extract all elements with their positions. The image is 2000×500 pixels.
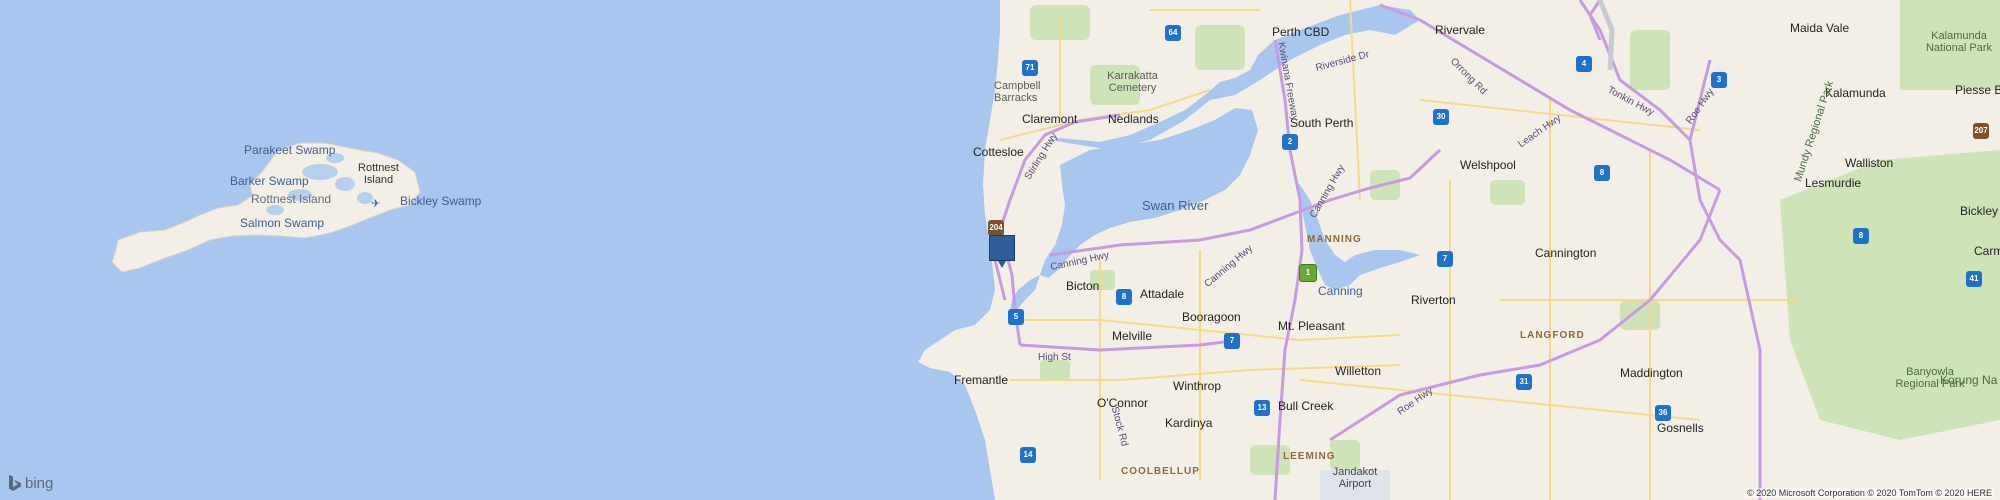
bing-logo[interactable]: bing xyxy=(8,474,53,492)
place-gosnells: Gosnells xyxy=(1657,421,1704,435)
place-korung: Korung Na xyxy=(1940,373,1998,387)
route-shield-1: 1 xyxy=(1299,264,1317,282)
place-lesmurdie: Lesmurdie xyxy=(1805,176,1862,190)
route-shield-13: 13 xyxy=(1254,400,1270,416)
place-welshpool: Welshpool xyxy=(1460,158,1516,172)
place-jandakot-airport: Jandakot Airport xyxy=(1332,466,1378,490)
route-shield-5: 5 xyxy=(1008,309,1024,325)
bing-b-icon xyxy=(9,475,21,491)
place-melville: Melville xyxy=(1112,329,1153,343)
route-shield-8-east: 8 xyxy=(1853,228,1869,244)
route-shield-3: 3 xyxy=(1711,72,1727,88)
place-mt-pleasant: Mt. Pleasant xyxy=(1278,319,1345,333)
place-campbell-barracks: Campbell Barracks xyxy=(994,80,1041,104)
place-cannington: Cannington xyxy=(1535,246,1597,260)
place-perth-cbd: Perth CBD xyxy=(1272,25,1330,39)
route-shield-8-south: 8 xyxy=(1116,289,1132,305)
place-kardinya: Kardinya xyxy=(1165,416,1213,430)
water-canning-river: Canning xyxy=(1318,284,1363,298)
place-bickley: Bickley xyxy=(1960,204,1999,218)
place-rivervale: Rivervale xyxy=(1435,23,1486,37)
route-shield-14: 14 xyxy=(1020,447,1036,463)
route-shield-36: 36 xyxy=(1655,405,1671,421)
route-shield-7: 7 xyxy=(1437,251,1453,267)
location-pin-icon[interactable] xyxy=(989,235,1015,268)
route-shield-41: 41 xyxy=(1966,271,1982,287)
district-langford: LANGFORD xyxy=(1520,330,1585,341)
map-copyright: © 2020 Microsoft Corporation © 2020 TomT… xyxy=(1745,488,1994,498)
place-riverton: Riverton xyxy=(1411,293,1456,307)
place-bull-creek: Bull Creek xyxy=(1278,399,1334,413)
place-nedlands: Nedlands xyxy=(1108,112,1159,126)
place-kalamunda-national-park: Kalamunda National Park xyxy=(1925,30,1993,54)
route-shield-71: 71 xyxy=(1022,60,1038,76)
place-winthrop: Winthrop xyxy=(1173,379,1222,393)
rottnest-island-place-label: Rottnest Island xyxy=(358,162,399,186)
water-swan-river: Swan River xyxy=(1142,198,1209,213)
route-shield-207: 207 xyxy=(1973,123,1989,139)
place-oconnor: O'Connor xyxy=(1097,396,1148,410)
place-cottesloe: Cottesloe xyxy=(973,145,1024,159)
bickley-swamp-label: Bickley Swamp xyxy=(400,194,482,208)
district-leeming: LEEMING xyxy=(1283,451,1336,462)
place-booragoon: Booragoon xyxy=(1182,310,1241,324)
bing-logo-text: bing xyxy=(25,474,54,492)
place-maddington: Maddington xyxy=(1620,366,1683,380)
route-shield-2: 2 xyxy=(1282,134,1298,150)
rottnest-island-label: Rottnest Island xyxy=(251,192,332,206)
place-carm: Carm xyxy=(1974,244,2000,258)
route-shield-64: 64 xyxy=(1165,25,1181,41)
salmon-swamp-label: Salmon Swamp xyxy=(240,216,325,230)
place-piesse-brook: Piesse Br xyxy=(1955,83,2000,97)
route-shield-31: 31 xyxy=(1516,374,1532,390)
place-claremont: Claremont xyxy=(1022,112,1078,126)
place-karrakatta-cemetery: Karrakatta Cemetery xyxy=(1107,70,1158,94)
place-walliston: Walliston xyxy=(1845,156,1894,170)
road-high-st: High St xyxy=(1038,352,1071,363)
route-shield-204: 204 xyxy=(988,220,1004,236)
parakeet-swamp-label: Parakeet Swamp xyxy=(244,143,336,157)
district-coolbellup: COOLBELLUP xyxy=(1121,466,1200,477)
route-shield-30: 30 xyxy=(1433,109,1449,125)
place-willetton: Willetton xyxy=(1335,364,1382,378)
place-bicton: Bicton xyxy=(1066,279,1100,293)
barker-swamp-label: Barker Swamp xyxy=(230,174,309,188)
place-attadale: Attadale xyxy=(1140,287,1185,301)
place-maida-vale: Maida Vale xyxy=(1790,21,1850,35)
route-shield-7-south: 7 xyxy=(1224,333,1240,349)
airport-icon: ✈ xyxy=(371,198,381,210)
map-canvas[interactable]: Parakeet Swamp Barker Swamp Rottnest Isl… xyxy=(0,0,2000,500)
route-shield-4: 4 xyxy=(1576,56,1592,72)
place-fremantle: Fremantle xyxy=(954,373,1009,387)
route-shield-8: 8 xyxy=(1594,165,1610,181)
district-manning: MANNING xyxy=(1307,234,1362,245)
